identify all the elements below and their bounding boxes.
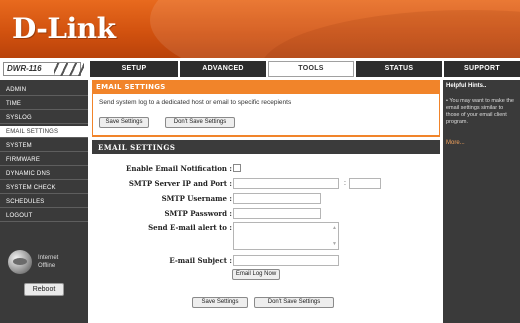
tab-status[interactable]: STATUS xyxy=(356,61,442,77)
helpful-hints-panel: Helpful Hints.. • You may want to make t… xyxy=(443,80,520,323)
tab-support[interactable]: SUPPORT xyxy=(444,61,520,77)
sidebar-item-system-check[interactable]: SYSTEM CHECK xyxy=(0,182,88,194)
sidebar-item-schedules[interactable]: SCHEDULES xyxy=(0,196,88,208)
smtp-password-input[interactable] xyxy=(233,208,321,219)
sidebar-item-email-settings[interactable]: EMAIL SETTINGS xyxy=(0,126,88,138)
smtp-username-input[interactable] xyxy=(233,193,321,204)
reboot-button[interactable]: Reboot xyxy=(24,283,64,296)
tab-tools[interactable]: TOOLS xyxy=(268,61,354,77)
email-form-header: EMAIL SETTINGS xyxy=(92,140,440,154)
sidebar-item-logout[interactable]: LOGOUT xyxy=(0,210,88,222)
top-nav-bar: DWR-116 SETUP ADVANCED TOOLS STATUS SUPP… xyxy=(0,58,520,77)
status-line-internet: Internet xyxy=(38,255,59,261)
tab-setup[interactable]: SETUP xyxy=(90,61,178,77)
email-subject-input[interactable] xyxy=(233,255,339,266)
internet-status-text: Internet Offline xyxy=(38,254,82,270)
smtp-server-label: SMTP Server IP and Port : xyxy=(128,179,232,188)
send-email-to-label: Send E-mail alert to : xyxy=(148,223,232,232)
scroll-up-icon[interactable]: ▲ xyxy=(332,225,337,231)
port-separator: : xyxy=(344,180,346,187)
smtp-username-label: SMTP Username : xyxy=(161,194,232,203)
smtp-server-input[interactable] xyxy=(233,178,339,189)
hints-title: Helpful Hints.. xyxy=(446,83,487,89)
sidebar-item-time[interactable]: TIME xyxy=(0,98,88,110)
email-log-now-button[interactable]: Email Log Now xyxy=(232,269,280,280)
email-subject-label: E-mail Subject : xyxy=(169,256,232,265)
dont-save-settings-button-bottom[interactable]: Don't Save Settings xyxy=(254,297,334,308)
section-description: Send system log to a dedicated host or e… xyxy=(99,99,292,106)
section-title: EMAIL SETTINGS xyxy=(96,83,166,91)
enable-notification-label: Enable Email Notification : xyxy=(126,164,232,173)
internet-status: Internet Offline xyxy=(8,250,82,280)
sidebar-item-syslog[interactable]: SYSLOG xyxy=(0,112,88,124)
scroll-down-icon[interactable]: ▼ xyxy=(332,241,337,247)
tab-advanced[interactable]: ADVANCED xyxy=(180,61,266,77)
dont-save-settings-button-top[interactable]: Don't Save Settings xyxy=(165,117,235,128)
sidebar-item-firmware[interactable]: FIRMWARE xyxy=(0,154,88,166)
smtp-port-input[interactable] xyxy=(349,178,381,189)
hints-more-link[interactable]: More... xyxy=(446,140,465,146)
model-label-box: DWR-116 xyxy=(3,62,84,76)
globe-icon xyxy=(8,250,32,274)
hint-text: • You may want to make the email setting… xyxy=(446,98,514,125)
model-label: DWR-116 xyxy=(7,64,42,73)
send-email-to-textarea[interactable]: ▲ ▼ xyxy=(233,222,339,250)
sidebar-item-admin[interactable]: ADMIN xyxy=(0,84,88,96)
smtp-password-label: SMTP Password : xyxy=(164,209,232,218)
sidebar-item-system[interactable]: SYSTEM xyxy=(0,140,88,152)
email-settings-intro: Send system log to a dedicated host or e… xyxy=(92,94,440,135)
email-settings-header-panel: EMAIL SETTINGS Send system log to a dedi… xyxy=(92,80,440,137)
form-title: EMAIL SETTINGS xyxy=(98,143,176,152)
slash-decoration xyxy=(54,63,84,76)
save-settings-button-top[interactable]: Save Settings xyxy=(99,117,149,128)
enable-notification-checkbox[interactable] xyxy=(233,164,241,172)
sidebar-item-dynamic-dns[interactable]: DYNAMIC DNS xyxy=(0,168,88,180)
save-settings-button-bottom[interactable]: Save Settings xyxy=(192,297,248,308)
main-content: EMAIL SETTINGS Send system log to a dedi… xyxy=(92,80,440,323)
header-banner: D-Link xyxy=(0,0,520,58)
dlink-logo: D-Link xyxy=(12,12,116,45)
status-line-offline: Offline xyxy=(38,263,56,269)
